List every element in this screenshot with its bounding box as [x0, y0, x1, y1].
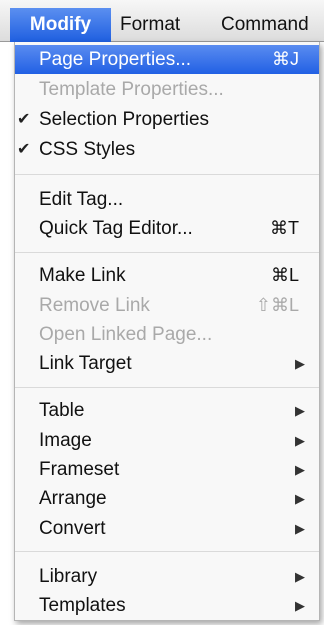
- menu-item-label: Arrange: [39, 488, 107, 509]
- submenu-arrow-icon: ▶: [295, 491, 305, 506]
- shortcut-cmd-t: ⌘T: [270, 218, 299, 238]
- menu-item-edit-tag[interactable]: Edit Tag...: [15, 185, 319, 214]
- menu-item-make-link[interactable]: Make Link ⌘L: [15, 261, 319, 290]
- menu-item-label: Link Target: [39, 353, 132, 374]
- menu-item-image[interactable]: Image ▶: [15, 426, 319, 455]
- menu-item-label: Library: [39, 566, 98, 587]
- menu-item-label: Open Linked Page...: [39, 324, 213, 345]
- modify-dropdown-menu: Page Properties... ⌘J Template Propertie…: [14, 42, 320, 621]
- submenu-arrow-icon: ▶: [295, 356, 305, 371]
- submenu-arrow-icon: ▶: [295, 569, 305, 584]
- menu-item-convert[interactable]: Convert ▶: [15, 514, 319, 543]
- menu-item-page-properties[interactable]: Page Properties... ⌘J: [15, 45, 319, 74]
- menu-item-label: Edit Tag...: [39, 189, 124, 210]
- shortcut-cmd-l: ⌘L: [270, 265, 299, 285]
- menu-item-arrange[interactable]: Arrange ▶: [15, 484, 319, 513]
- menu-bar: Modify Format Command: [0, 0, 324, 42]
- submenu-arrow-icon: ▶: [295, 433, 305, 448]
- menu-item-table[interactable]: Table ▶: [15, 396, 319, 425]
- shortcut-cmd-j: ⌘J: [272, 49, 299, 69]
- menu-item-frameset[interactable]: Frameset ▶: [15, 455, 319, 484]
- menu-separator: [15, 551, 319, 552]
- submenu-arrow-icon: ▶: [295, 598, 305, 613]
- menu-item-label: Frameset: [39, 459, 120, 480]
- app-window: Modify Format Command Page Properties...…: [0, 0, 324, 625]
- menu-item-label: Convert: [39, 518, 106, 539]
- menu-item-selection-properties[interactable]: ✔ Selection Properties: [15, 105, 319, 134]
- menu-separator: [15, 387, 319, 388]
- menu-item-label: Template Properties...: [39, 79, 224, 100]
- menu-item-remove-link: Remove Link ⇧⌘L: [15, 291, 319, 320]
- menu-item-label: Table: [39, 400, 85, 421]
- menu-item-quick-tag-editor[interactable]: Quick Tag Editor... ⌘T: [15, 214, 319, 243]
- menu-format[interactable]: Format: [113, 8, 187, 42]
- menu-item-template-properties: Template Properties...: [15, 75, 319, 104]
- checkmark-icon: ✔: [17, 141, 31, 158]
- checkmark-icon: ✔: [17, 111, 31, 128]
- menu-item-library[interactable]: Library ▶: [15, 562, 319, 591]
- shortcut-shift-cmd-l: ⇧⌘L: [255, 295, 299, 315]
- menu-separator: [15, 174, 319, 175]
- menu-item-label: Templates: [39, 595, 126, 616]
- menu-item-label: Image: [39, 430, 92, 451]
- menu-item-label: Remove Link: [39, 295, 150, 316]
- menu-item-templates[interactable]: Templates ▶: [15, 591, 319, 620]
- submenu-arrow-icon: ▶: [295, 462, 305, 477]
- menu-item-open-linked-page: Open Linked Page...: [15, 320, 319, 349]
- menu-commands[interactable]: Command: [214, 8, 316, 42]
- submenu-arrow-icon: ▶: [295, 521, 305, 536]
- submenu-arrow-icon: ▶: [295, 403, 305, 418]
- menu-item-label: Quick Tag Editor...: [39, 218, 193, 239]
- menu-item-label: Page Properties...: [39, 49, 192, 70]
- menu-separator: [15, 252, 319, 253]
- menu-modify[interactable]: Modify: [10, 8, 111, 42]
- menu-item-label: Selection Properties: [39, 109, 210, 130]
- menu-item-link-target[interactable]: Link Target ▶: [15, 349, 319, 378]
- menu-item-label: Make Link: [39, 265, 126, 286]
- menu-item-label: CSS Styles: [39, 139, 136, 160]
- menu-item-css-styles[interactable]: ✔ CSS Styles: [15, 135, 319, 164]
